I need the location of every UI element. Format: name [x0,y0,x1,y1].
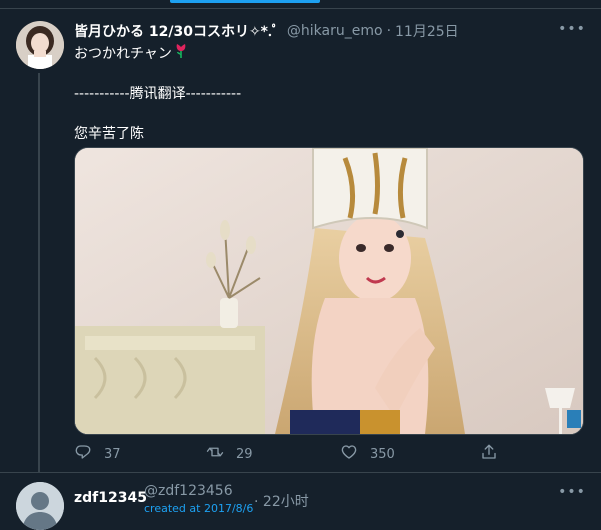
timestamp[interactable]: · 22小时 [254,491,309,511]
like-button[interactable]: 350 [340,443,395,465]
reply-count: 37 [104,446,121,462]
retweet-icon [206,443,224,465]
handle[interactable]: @zdf123456 [144,483,233,499]
more-dots-icon[interactable]: ••• [558,482,585,502]
avatar[interactable] [16,482,64,530]
heart-icon [340,443,358,465]
share-icon [480,443,498,465]
like-count: 350 [370,446,395,462]
tweet-line [74,64,574,84]
handle[interactable]: @hikaru_emo [287,23,383,39]
tweet[interactable]: 皆月ひかる 12/30コスホリ✧*.ﾟ @hikaru_emo · 11月25日… [0,9,601,473]
retweet-button[interactable]: 29 [206,443,253,465]
timestamp-text: 22小时 [262,494,309,510]
timestamp[interactable]: 11月25日 [395,21,459,41]
separator: · [254,494,259,510]
tweet-photo[interactable] [74,147,584,435]
share-button[interactable] [480,443,498,465]
tweet-line: 您辛苦了陈 [74,126,144,142]
retweet-count: 29 [236,446,253,462]
more-dots-icon[interactable]: ••• [558,19,585,39]
tweet-line-text: おつかれチャン [74,46,172,62]
divider [0,472,601,473]
display-name[interactable]: zdf12345 [74,490,147,506]
reply-icon [74,443,92,465]
thread-line [38,73,40,473]
avatar[interactable] [16,21,64,69]
display-name[interactable]: 皆月ひかる 12/30コスホリ✧*.ﾟ [74,21,279,41]
tweet-line [74,104,574,124]
created-date: created at 2017/8/6 [144,502,254,515]
tweet-line: おつかれチャン [74,42,574,64]
tulip-emoji-icon [174,42,188,64]
separator: · [386,23,392,39]
tweet-actions: 37 29 350 [74,443,504,465]
reply-button[interactable]: 37 [74,443,121,465]
tweet-text: おつかれチャン -----------腾讯翻译----------- 您辛苦了陈 [74,42,574,144]
tweet-header: 皆月ひかる 12/30コスホリ✧*.ﾟ @hikaru_emo · 11月25日 [74,20,459,42]
tweet-line: -----------腾讯翻译----------- [74,86,242,102]
tab-active-indicator [170,0,320,3]
